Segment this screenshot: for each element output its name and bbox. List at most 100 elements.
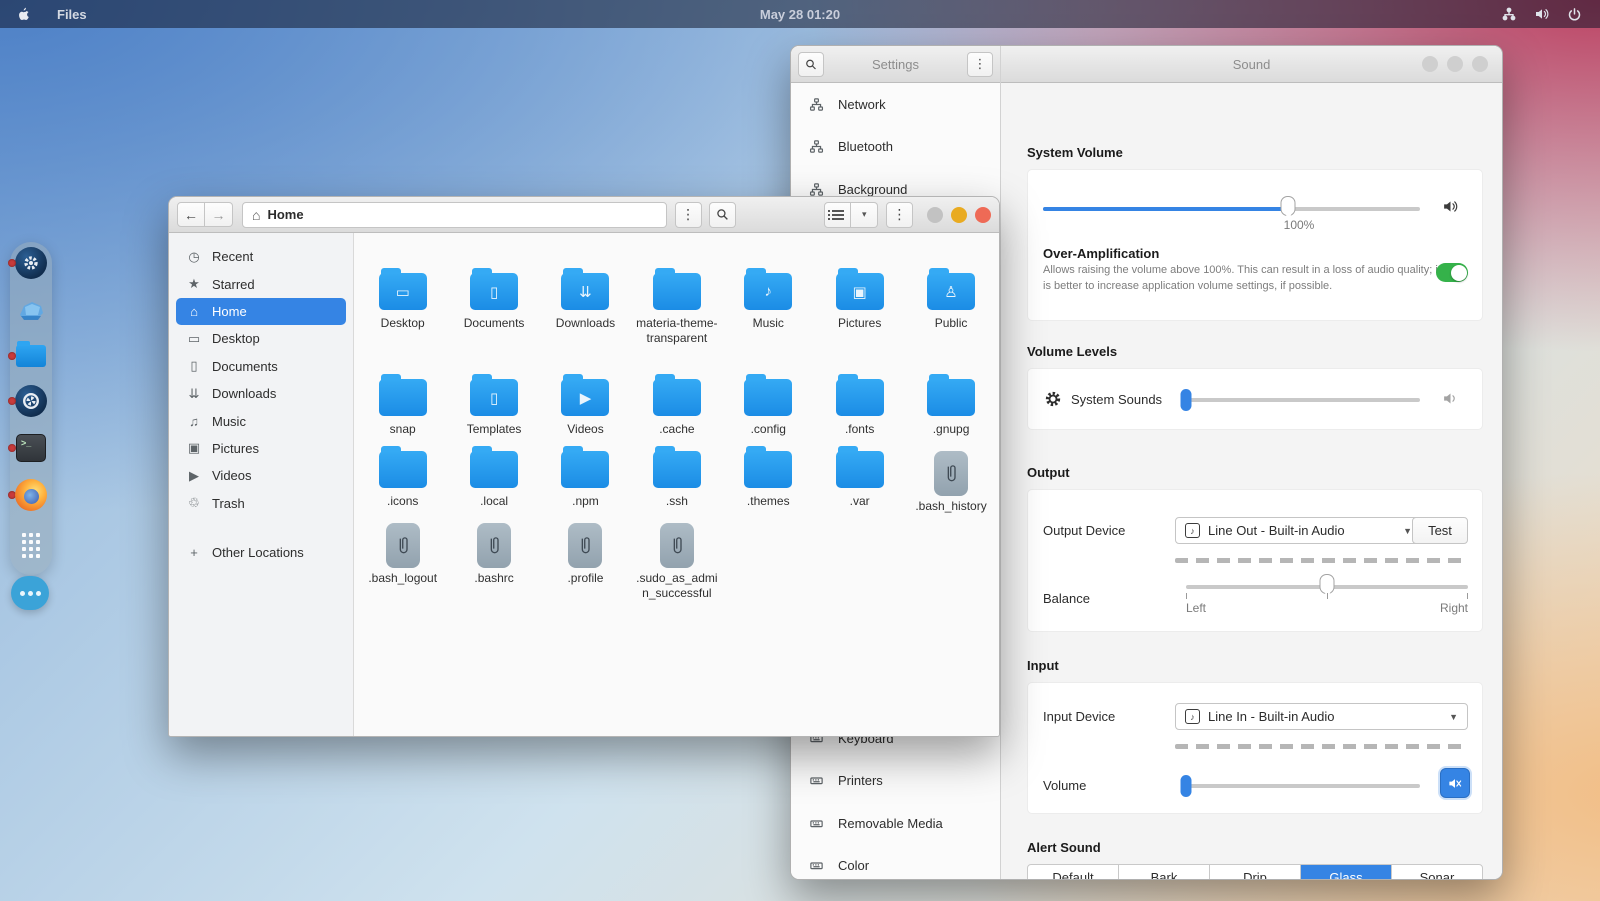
chevron-down-icon: ▼ [1449, 712, 1458, 722]
dock-more-button[interactable] [11, 576, 49, 610]
file-item[interactable]: ▣ Pictures [814, 273, 905, 347]
file-item[interactable]: .themes [723, 451, 814, 514]
clock[interactable]: May 28 01:20 [0, 7, 1600, 22]
file-item-label: .gnupg [933, 422, 970, 437]
volume-icon[interactable] [1533, 6, 1551, 22]
input-mute-button[interactable] [1440, 768, 1470, 798]
alert-sound-option[interactable]: Glass [1301, 865, 1392, 880]
settings-nav-item[interactable]: Removable Media [791, 802, 999, 845]
chevron-down-icon: ▼ [1403, 526, 1412, 536]
system-volume-slider[interactable] [1043, 207, 1420, 211]
close-button[interactable] [975, 207, 991, 223]
sidebar-item[interactable]: ♫ Music [176, 407, 346, 434]
file-item[interactable]: .profile [540, 523, 631, 602]
dock-item-app-grid[interactable] [14, 528, 48, 562]
file-item[interactable]: .bashrc [448, 523, 539, 602]
sidebar-item[interactable]: ▣ Pictures [176, 435, 346, 462]
file-item[interactable]: ⇊ Downloads [540, 273, 631, 347]
system-sounds-handle[interactable] [1181, 389, 1192, 411]
file-item[interactable]: ▯ Templates [448, 379, 539, 437]
sidebar-item[interactable]: ▯ Documents [176, 353, 346, 380]
file-item[interactable]: snap [357, 379, 448, 437]
forward-button[interactable]: → [205, 202, 233, 227]
file-item[interactable]: .gnupg [905, 379, 996, 437]
file-item[interactable]: .sudo_as_admin_successful [631, 523, 722, 602]
input-device-dropdown[interactable]: ♪ Line In - Built-in Audio ▼ [1175, 703, 1468, 730]
folder-icon: ▣ [836, 273, 884, 310]
list-view-button[interactable] [824, 202, 851, 228]
system-sounds-slider[interactable] [1184, 398, 1420, 402]
settings-menu-button[interactable]: ⋮ [967, 52, 993, 77]
file-item[interactable]: .local [448, 451, 539, 514]
settings-nav-bottom: Keyboard Printers Removable Media [791, 717, 999, 880]
alert-sound-option[interactable]: Drip [1210, 865, 1301, 880]
dock-item-settings[interactable] [14, 246, 48, 280]
dock: >_ [10, 242, 52, 575]
sidebar-item-icon: ⇊ [186, 386, 202, 402]
running-indicator [8, 444, 16, 452]
balance-slider[interactable]: Left Right [1186, 585, 1468, 589]
alert-sound-option-label: Drip [1243, 870, 1267, 881]
sidebar-item[interactable]: + Other Locations [176, 539, 346, 566]
dock-item-control-center[interactable] [14, 384, 48, 418]
maximize-button[interactable] [951, 207, 967, 223]
file-item[interactable]: ▯ Documents [448, 273, 539, 347]
file-item[interactable]: .config [723, 379, 814, 437]
file-item-label: .cache [659, 422, 694, 437]
balance-handle[interactable] [1320, 574, 1335, 594]
folder-icon [379, 379, 427, 416]
file-item[interactable]: .fonts [814, 379, 905, 437]
file-item[interactable]: ♙ Public [905, 273, 996, 347]
settings-nav-item[interactable]: Printers [791, 760, 999, 803]
settings-nav-item[interactable]: Color [791, 845, 999, 881]
files-grid: ▭ Desktop ▯ Documents ⇊ Downloads [354, 233, 999, 737]
path-menu-button[interactable]: ⋮ [675, 202, 702, 228]
settings-nav-label: Bluetooth [838, 139, 893, 154]
back-button[interactable]: ← [177, 202, 205, 227]
dock-item-terminal[interactable]: >_ [14, 431, 48, 465]
test-button[interactable]: Test [1412, 517, 1468, 544]
file-item[interactable]: materia-theme-transparent [631, 273, 722, 347]
search-button[interactable] [709, 202, 736, 228]
system-volume-handle[interactable] [1281, 196, 1296, 216]
network-icon[interactable] [1501, 6, 1517, 22]
file-item[interactable]: ▭ Desktop [357, 273, 448, 347]
settings-search-button[interactable] [798, 52, 824, 77]
file-item[interactable]: .npm [540, 451, 631, 514]
input-volume-handle[interactable] [1181, 775, 1192, 797]
settings-nav-item[interactable]: Bluetooth [791, 126, 999, 169]
input-volume-slider[interactable] [1184, 784, 1420, 788]
dock-item-firefox[interactable] [14, 478, 48, 512]
file-item[interactable]: .bash_history [905, 451, 996, 514]
file-item[interactable]: .cache [631, 379, 722, 437]
alert-sound-option[interactable]: Sonar [1392, 865, 1482, 880]
over-amplification-toggle[interactable] [1436, 263, 1468, 282]
sidebar-item[interactable]: ◷ Recent [176, 243, 346, 270]
window-menu-button[interactable]: ⋮ [886, 202, 913, 228]
file-item[interactable]: .bash_logout [357, 523, 448, 602]
file-item[interactable]: ♪ Music [723, 273, 814, 347]
file-item-label: .local [480, 494, 508, 509]
dock-item-files[interactable] [14, 339, 48, 373]
view-options-button[interactable]: ▾ [851, 202, 878, 228]
file-item[interactable]: .ssh [631, 451, 722, 514]
alert-sound-option[interactable]: Default [1028, 865, 1119, 880]
path-bar[interactable]: ⌂ Home [242, 202, 667, 228]
sidebar-item[interactable]: ▭ Desktop [176, 325, 346, 352]
sidebar-item-icon: + [186, 545, 202, 560]
output-device-dropdown[interactable]: ♪ Line Out - Built-in Audio ▼ [1175, 517, 1422, 544]
settings-nav-icon [807, 97, 825, 112]
minimize-button[interactable] [927, 207, 943, 223]
power-icon[interactable] [1567, 7, 1582, 22]
sidebar-item[interactable]: ⌂ Home [176, 298, 346, 325]
alert-sound-option[interactable]: Bark [1119, 865, 1210, 880]
dock-item-blue-app[interactable] [14, 292, 48, 326]
sidebar-item[interactable]: ★ Starred [176, 270, 346, 297]
settings-nav-item[interactable]: Network [791, 83, 999, 126]
file-item[interactable]: .var [814, 451, 905, 514]
sidebar-item[interactable]: ⇊ Downloads [176, 380, 346, 407]
sidebar-item[interactable]: ▶ Videos [176, 462, 346, 489]
file-item[interactable]: .icons [357, 451, 448, 514]
sidebar-item[interactable]: ♲ Trash [176, 490, 346, 517]
file-item[interactable]: ▶ Videos [540, 379, 631, 437]
